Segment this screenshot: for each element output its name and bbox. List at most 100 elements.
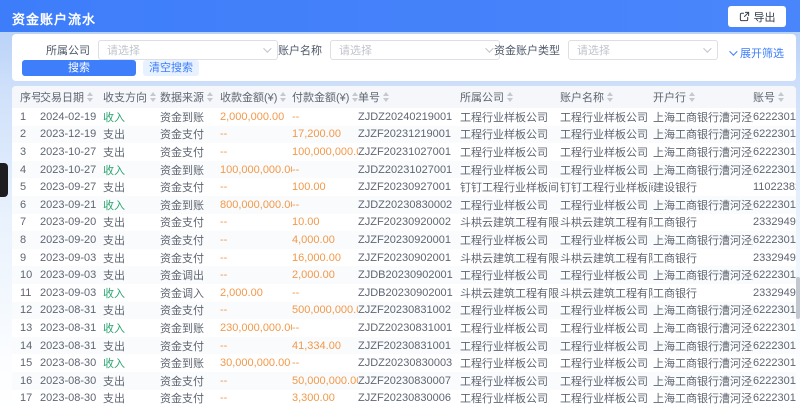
cell-order: ZJDZ20230830002: [358, 199, 460, 211]
chevron-down-icon: [703, 44, 711, 52]
cell-payment: --: [292, 111, 358, 123]
column-label: 序号: [20, 89, 40, 105]
table-row: 92023-09-03支出资金支付--16,000.00ZJZF20230902…: [12, 249, 796, 267]
sort-caret-icon[interactable]: [778, 92, 784, 102]
cell-date: 2023-10-27: [40, 146, 103, 158]
column-header-accno[interactable]: 账号: [753, 89, 796, 105]
column-label: 单号: [358, 89, 380, 105]
sort-caret-icon[interactable]: [383, 92, 389, 102]
cell-source: 资金到账: [160, 355, 220, 371]
cell-accno: 622230111: [753, 234, 796, 246]
cell-dir: 支出: [103, 267, 160, 283]
account-type-select[interactable]: 请选择: [568, 40, 718, 60]
company-select[interactable]: 请选择: [98, 40, 278, 60]
cell-payment: 2,000.00: [292, 269, 358, 281]
cell-source: 资金支付: [160, 390, 220, 406]
cell-payment: 3,300.00: [292, 392, 358, 404]
table-row: 112023-09-03收入资金调入2,000.00--ZJDB20230902…: [12, 284, 796, 302]
cell-company: 工程行业样板公司: [460, 390, 560, 406]
cell-receipt: 800,000,000.00: [220, 199, 292, 211]
cell-receipt: --: [220, 304, 292, 316]
cell-date: 2023-12-19: [40, 128, 103, 140]
cell-seq: 9: [18, 252, 40, 264]
cell-order: ZJDZ20230830003: [358, 357, 460, 369]
cell-account: 斗栱云建筑工程有限公司: [560, 214, 653, 230]
cell-dir: 收入: [103, 320, 160, 336]
cell-seq: 15: [18, 357, 40, 369]
sort-caret-icon[interactable]: [280, 92, 286, 102]
sort-caret-icon[interactable]: [507, 92, 513, 102]
column-header-receipt[interactable]: 收款金额(¥): [220, 89, 292, 105]
sort-caret-icon[interactable]: [689, 92, 695, 102]
column-header-dir[interactable]: 收支方向: [103, 89, 160, 105]
cell-bank: 上海工商银行漕河泾支行: [653, 162, 753, 178]
column-header-date[interactable]: 交易日期: [40, 89, 103, 105]
cell-company: 钉钉工程行业样板间: [460, 179, 560, 195]
cell-accno: 622230111: [753, 111, 796, 123]
cell-bank: 上海工商银行漕河泾支行: [653, 197, 753, 213]
export-button[interactable]: 导出: [728, 6, 786, 27]
cell-accno: 622230111: [753, 304, 796, 316]
sort-caret-icon[interactable]: [87, 92, 93, 102]
cell-payment: 10.00: [292, 216, 358, 228]
column-header-bank[interactable]: 开户行: [653, 89, 753, 105]
cell-payment: --: [292, 199, 358, 211]
cell-source: 资金支付: [160, 144, 220, 160]
cell-dir: 收入: [103, 355, 160, 371]
vertical-scrollbar[interactable]: [796, 277, 800, 319]
cell-company: 工程行业样板公司: [460, 373, 560, 389]
column-header-account[interactable]: 账户名称: [560, 89, 653, 105]
cell-company: 斗栱云建筑工程有限公司: [460, 250, 560, 266]
search-button[interactable]: 搜索: [22, 60, 136, 76]
cell-payment: 4,000.00: [292, 234, 358, 246]
account-name-select[interactable]: 请选择: [330, 40, 500, 60]
sort-caret-icon[interactable]: [207, 92, 213, 102]
sort-caret-icon[interactable]: [150, 92, 156, 102]
cell-bank: 上海工商银行漕河泾支行: [653, 144, 753, 160]
cell-company: 工程行业样板公司: [460, 232, 560, 248]
clear-search-button[interactable]: 清空搜索: [143, 60, 199, 76]
cell-accno: 622230111: [753, 199, 796, 211]
cell-source: 资金调入: [160, 285, 220, 301]
table-row: 12024-02-19收入资金到账2,000,000.00--ZJDZ20240…: [12, 108, 796, 126]
page-title: 资金账户流水: [12, 9, 96, 28]
cell-accno: 622230111: [753, 128, 796, 140]
cell-order: ZJDZ20230831001: [358, 322, 460, 334]
cell-payment: 16,000.00: [292, 252, 358, 264]
cell-account: 工程行业样板公司: [560, 390, 653, 406]
cell-date: 2023-08-31: [40, 304, 103, 316]
column-header-payment[interactable]: 付款金额(¥): [292, 89, 358, 105]
cell-source: 资金支付: [160, 126, 220, 142]
cell-dir: 支出: [103, 302, 160, 318]
table-row: 102023-09-03支出资金调出--2,000.00ZJDB20230902…: [12, 266, 796, 284]
column-label: 所属公司: [460, 89, 504, 105]
table-header-row: 序号交易日期收支方向数据来源收款金额(¥)付款金额(¥)单号 所属公司 账户名称开户…: [12, 86, 796, 108]
sort-caret-icon[interactable]: [607, 92, 613, 102]
cell-receipt: 100,000,000.00: [220, 164, 292, 176]
cell-bank: 上海工商银行漕河泾支行: [653, 232, 753, 248]
column-label: 账号: [753, 89, 775, 105]
side-drawer-handle[interactable]: [0, 163, 8, 197]
column-header-source[interactable]: 数据来源: [160, 89, 220, 105]
expand-filters-link[interactable]: 展开筛选: [729, 45, 784, 61]
cell-bank: 上海工商银行漕河泾支行: [653, 267, 753, 283]
cell-account: 斗栱云建筑工程有限公司: [560, 285, 653, 301]
cell-receipt: --: [220, 146, 292, 158]
cell-source: 资金支付: [160, 179, 220, 195]
column-header-company[interactable]: 所属公司: [460, 89, 560, 105]
cell-source: 资金支付: [160, 302, 220, 318]
cell-bank: 工商银行: [653, 285, 753, 301]
filter-panel: 所属公司 请选择 账户名称 请选择 资金账户类型 请选择 展开筛选 搜索 清空搜…: [12, 34, 796, 81]
account-type-placeholder: 请选择: [577, 42, 610, 58]
cell-company: 工程行业样板公司: [460, 197, 560, 213]
cell-seq: 11: [18, 287, 40, 299]
cell-date: 2023-08-30: [40, 357, 103, 369]
cell-seq: 4: [18, 164, 40, 176]
cell-dir: 支出: [103, 373, 160, 389]
column-header-order[interactable]: 单号: [358, 89, 460, 105]
cell-dir: 支出: [103, 338, 160, 354]
cell-order: ZJZF20230920002: [358, 216, 460, 228]
cell-accno: 622230111: [753, 146, 796, 158]
cell-seq: 1: [18, 111, 40, 123]
chevron-down-icon: [263, 44, 271, 52]
